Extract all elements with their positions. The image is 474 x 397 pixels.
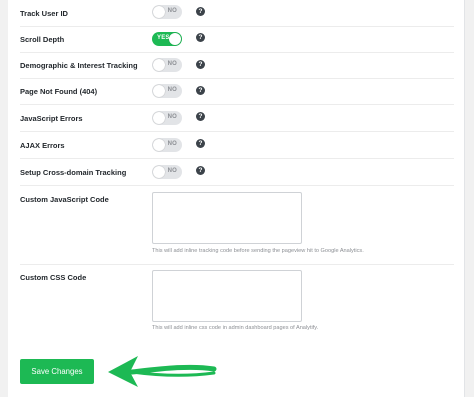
setting-label: Track User ID <box>20 9 68 18</box>
javascript-errors-toggle[interactable]: NO <box>152 111 182 125</box>
setting-label: Scroll Depth <box>20 35 65 44</box>
setting-label: JavaScript Errors <box>20 114 83 123</box>
ajax-errors-toggle[interactable]: NO <box>152 138 182 152</box>
setting-label: AJAX Errors <box>20 141 65 150</box>
setting-label: Custom CSS Code <box>20 273 87 282</box>
setting-row-custom-js: Custom JavaScript Code This will add inl… <box>20 185 454 265</box>
setting-row-javascript-errors: JavaScript Errors NO ? <box>20 104 454 132</box>
question-circle-icon[interactable]: ? <box>196 33 205 42</box>
green-arrow-icon <box>108 356 217 387</box>
setting-row-track-user-id: Track User ID NO ? <box>20 0 454 27</box>
toggle-state-text: YES <box>157 35 170 41</box>
setting-row-cross-domain-tracking: Setup Cross-domain Tracking NO ? <box>20 158 454 186</box>
demographic-tracking-toggle[interactable]: NO <box>152 58 182 72</box>
track-user-id-toggle[interactable]: NO <box>152 5 182 19</box>
setting-row-ajax-errors: AJAX Errors NO ? <box>20 131 454 159</box>
custom-css-hint: This will add inline css code in admin d… <box>152 325 319 331</box>
question-circle-icon[interactable]: ? <box>196 139 205 148</box>
setting-row-scroll-depth: Scroll Depth YES ? <box>20 26 454 53</box>
question-circle-icon[interactable]: ? <box>196 86 205 95</box>
toggle-state-text: NO <box>167 114 177 120</box>
custom-js-textarea[interactable] <box>152 192 302 244</box>
toggle-state-text: NO <box>167 141 177 147</box>
page-not-found-toggle[interactable]: NO <box>152 84 182 98</box>
toggle-knob <box>153 59 165 71</box>
question-circle-icon[interactable]: ? <box>196 166 205 175</box>
question-circle-icon[interactable]: ? <box>196 7 205 16</box>
question-circle-icon[interactable]: ? <box>196 60 205 69</box>
settings-panel: Track User ID NO ? Scroll Depth YES ? De… <box>8 0 465 397</box>
save-changes-button[interactable]: Save Changes <box>20 359 94 384</box>
setting-row-demographic-tracking: Demographic & Interest Tracking NO ? <box>20 52 454 79</box>
toggle-knob <box>153 166 165 178</box>
toggle-state-text: NO <box>167 61 177 67</box>
toggle-state-text: NO <box>167 168 177 174</box>
scroll-depth-toggle[interactable]: YES <box>152 32 182 46</box>
setting-label: Page Not Found (404) <box>20 87 98 96</box>
toggle-knob <box>169 33 181 45</box>
cross-domain-tracking-toggle[interactable]: NO <box>152 165 182 179</box>
setting-label: Setup Cross-domain Tracking <box>20 168 127 177</box>
toggle-knob <box>153 139 165 151</box>
setting-label: Demographic & Interest Tracking <box>20 61 138 70</box>
question-circle-icon[interactable]: ? <box>196 112 205 121</box>
custom-js-hint: This will add inline tracking code befor… <box>152 248 364 254</box>
setting-label: Custom JavaScript Code <box>20 195 109 204</box>
toggle-knob <box>153 6 165 18</box>
setting-row-custom-css: Custom CSS Code This will add inline css… <box>20 264 454 340</box>
custom-css-textarea[interactable] <box>152 270 302 322</box>
setting-row-page-not-found: Page Not Found (404) NO ? <box>20 78 454 105</box>
toggle-knob <box>153 112 165 124</box>
toggle-state-text: NO <box>167 87 177 93</box>
toggle-knob <box>153 85 165 97</box>
toggle-state-text: NO <box>167 8 177 14</box>
